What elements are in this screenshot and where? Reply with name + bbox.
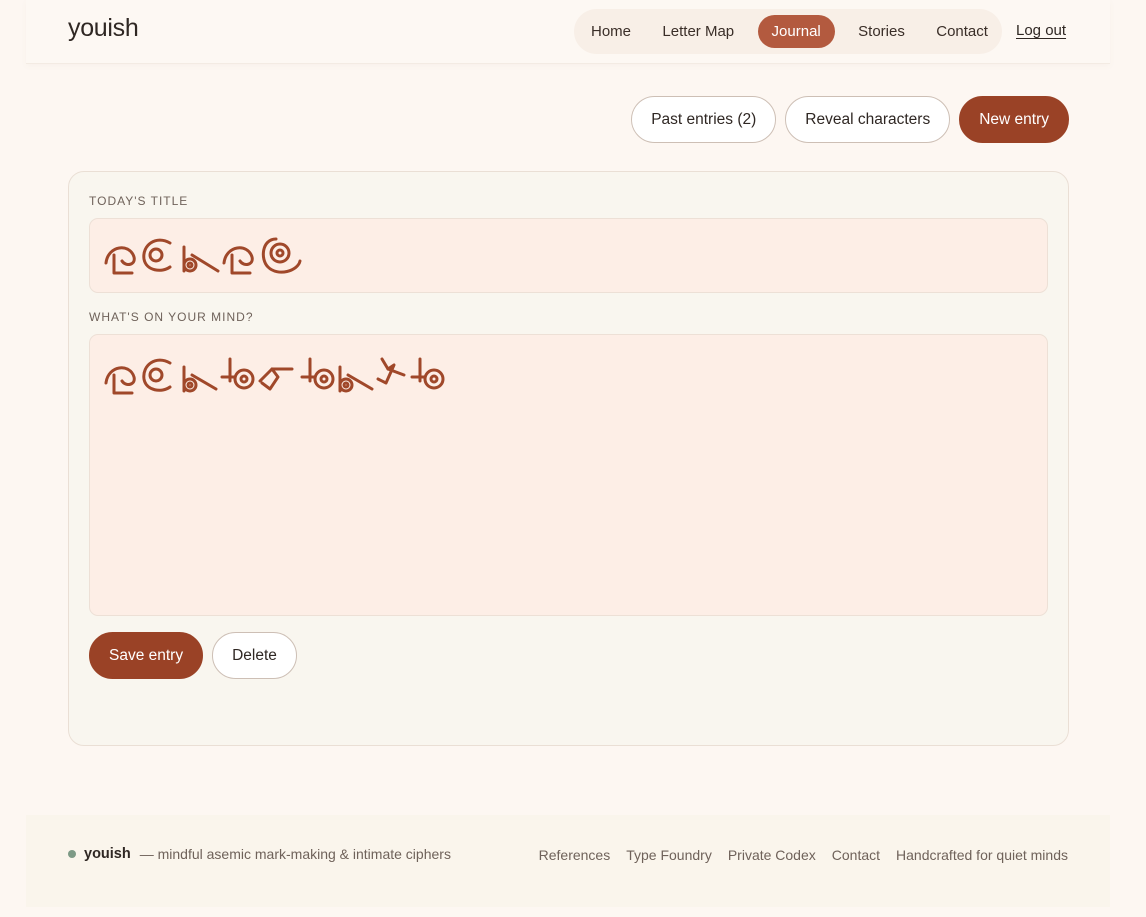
footer-brand: youish <box>84 846 131 862</box>
glyph <box>222 246 254 275</box>
footer-links: References Type Foundry Private Codex Co… <box>539 847 1068 863</box>
body-textarea-value: asemic glyph sequence (10 glyphs) <box>90 335 91 336</box>
journal-entry-card: Today's title asemic glyph sequence (5 g… <box>68 171 1069 746</box>
glyph <box>104 366 136 395</box>
entry-buttons: Save entry Delete <box>89 632 297 679</box>
glyph <box>220 357 255 390</box>
glyph <box>258 367 294 391</box>
nav-stories[interactable]: Stories <box>850 15 913 48</box>
glyph <box>300 357 335 390</box>
title-glyphs <box>104 237 302 275</box>
save-entry-button[interactable]: Save entry <box>89 632 204 679</box>
nav-journal[interactable]: Journal <box>757 15 835 48</box>
site-footer: youish — mindful asemic mark-making & in… <box>26 815 1110 907</box>
journal-actions: Past entries (2) Reveal characters New e… <box>631 96 1069 143</box>
glyph <box>376 357 406 385</box>
glyph <box>182 245 220 273</box>
glyph <box>261 237 302 274</box>
body-glyphs <box>104 357 445 395</box>
glyph <box>142 358 172 392</box>
main-nav: Home Letter Map Journal Stories Contact <box>574 9 1002 54</box>
title-input[interactable]: asemic glyph sequence (5 glyphs) <box>89 218 1048 293</box>
footer-link-references[interactable]: References <box>539 847 611 863</box>
nav-contact[interactable]: Contact <box>928 15 996 48</box>
glyph <box>104 246 136 275</box>
title-label: Today's title <box>89 194 189 208</box>
glyph <box>338 365 374 393</box>
glyph <box>182 365 218 393</box>
site-logo[interactable]: youish <box>68 14 139 43</box>
footer-link-type-foundry[interactable]: Type Foundry <box>626 847 712 863</box>
glyph <box>410 357 445 390</box>
footer-tagline: — mindful asemic mark-making & intimate … <box>139 846 451 862</box>
footer-link-contact[interactable]: Contact <box>832 847 880 863</box>
footer-brand-block: youish — mindful asemic mark-making & in… <box>68 846 451 862</box>
delete-entry-button[interactable]: Delete <box>212 632 297 679</box>
footer-link-private-codex[interactable]: Private Codex <box>728 847 816 863</box>
glyph <box>142 238 172 272</box>
site-header: youish Home Letter Map Journal Stories C… <box>26 0 1110 64</box>
nav-letter-map[interactable]: Letter Map <box>654 15 742 48</box>
reveal-characters-button[interactable]: Reveal characters <box>785 96 951 143</box>
body-textarea[interactable]: asemic glyph sequence (10 glyphs) <box>89 334 1048 616</box>
past-entries-button[interactable]: Past entries (2) <box>631 96 777 143</box>
body-label: What's on your mind? <box>89 310 254 324</box>
footer-credit: Handcrafted for quiet minds <box>896 847 1068 863</box>
status-dot-icon <box>68 850 76 858</box>
nav-home[interactable]: Home <box>583 15 639 48</box>
logout-link[interactable]: Log out <box>1016 22 1066 39</box>
title-input-value: asemic glyph sequence (5 glyphs) <box>90 219 91 220</box>
new-entry-button[interactable]: New entry <box>959 96 1069 143</box>
